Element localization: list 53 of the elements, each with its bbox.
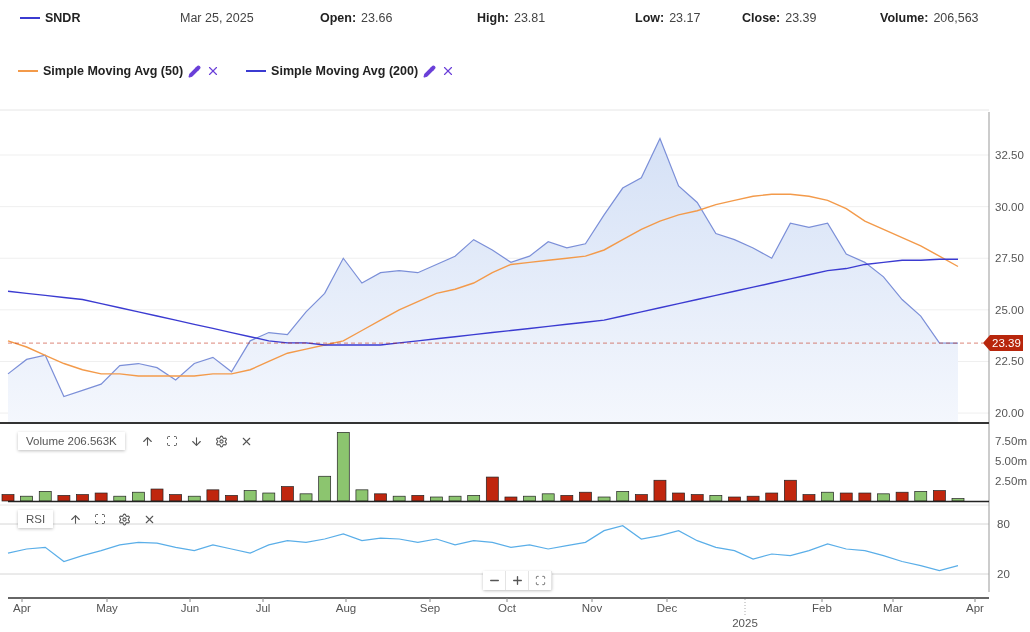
axis-label: 32.50 [995, 149, 1024, 161]
symbol-label: SNDR [45, 11, 81, 25]
axis-label: Aug [335, 602, 357, 614]
axis-label: Dec [656, 602, 678, 614]
axis-label: 2025 [732, 617, 758, 629]
axis-label: May [96, 602, 118, 614]
axis-label: 20.00 [995, 407, 1024, 420]
field-label: High: [477, 11, 509, 25]
axis-label: Feb [812, 602, 832, 614]
date-label: Mar 25, 2025 [180, 11, 254, 25]
zoom-in-button[interactable] [506, 571, 529, 590]
axis-label: Jul [255, 602, 271, 614]
field-value: 23.81 [513, 11, 546, 25]
axis-label: 22.50 [995, 355, 1024, 368]
field-value: 23.39 [785, 11, 817, 25]
indicator-label: Simple Moving Avg (50) [43, 64, 184, 78]
field-value: 23.66 [361, 11, 393, 25]
field-label: Low: [635, 11, 665, 25]
pane-title: RSI [18, 510, 54, 528]
last-price-tag: 23.39 [983, 335, 1023, 352]
field-label: Volume: [880, 11, 929, 25]
axis-label: 5.00m [995, 455, 1027, 468]
axis-label: 30.00 [995, 200, 1024, 213]
axis-label: 2.50m [995, 475, 1027, 488]
fullscreen-icon [534, 575, 546, 586]
field-label: Close: [742, 11, 781, 25]
axis-label: Sep [419, 602, 441, 614]
field-value: 23.17 [669, 11, 701, 25]
settings-icon[interactable] [214, 434, 228, 448]
axis-label: 80 [997, 518, 1010, 530]
indicator-label: Simple Moving Avg (200) [271, 64, 419, 78]
axis-label: Mar [883, 602, 903, 614]
plus-icon [510, 574, 524, 587]
axis-label: Oct [498, 602, 516, 614]
move-up-icon[interactable] [140, 434, 154, 448]
edit-icon[interactable] [423, 64, 437, 78]
axis-label: Nov [581, 602, 603, 614]
axis-label: Jun [180, 602, 200, 614]
settings-icon[interactable] [118, 512, 132, 526]
move-up-icon[interactable] [69, 512, 83, 526]
axis-label: 20 [997, 568, 1010, 580]
fullscreen-icon[interactable] [165, 435, 178, 447]
field-value: 206,563 [933, 11, 979, 25]
axis-label: 27.50 [995, 252, 1024, 265]
axis-label: Apr [966, 602, 984, 614]
field-label: Open: [320, 11, 357, 25]
pane-title: Volume 206.563K [18, 432, 125, 450]
fullscreen-icon[interactable] [94, 513, 107, 525]
axis-label: 25.00 [995, 303, 1024, 316]
edit-icon[interactable] [188, 64, 202, 78]
axis-label: 7.50m [995, 435, 1027, 448]
move-down-icon[interactable] [189, 434, 203, 448]
axis-label: Apr [13, 602, 31, 614]
